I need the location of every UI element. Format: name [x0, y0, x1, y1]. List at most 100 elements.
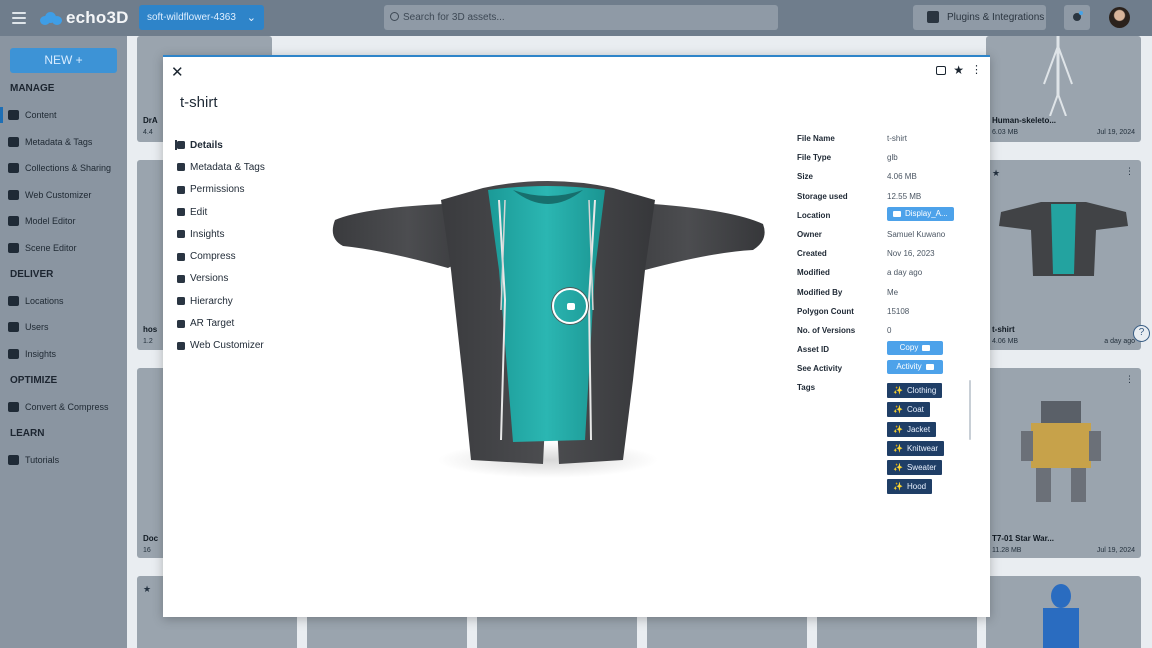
close-icon[interactable]: ✕ [171, 65, 184, 80]
detail-value: t-shirt [887, 134, 907, 143]
menu-item-label: Web Customizer [190, 340, 264, 352]
tag-chip[interactable]: ✨ Clothing [887, 383, 943, 398]
sidebar-item-collections-sharing[interactable]: Collections & Sharing [8, 163, 111, 173]
detail-value: 4.06 MB [887, 172, 917, 182]
tag-chip[interactable]: ✨ Jacket [887, 421, 937, 437]
menu-item-label: Details [190, 139, 223, 151]
asset-card[interactable]: ★ ⋮ t-shirt 4.06 MB a day ago [986, 160, 1141, 350]
vr-icon [8, 190, 19, 200]
asset-card[interactable] [986, 576, 1141, 648]
sidebar-item-content[interactable]: Content [0, 107, 57, 123]
kebab-menu-icon[interactable]: ⋮ [971, 64, 982, 76]
project-name: soft-wildflower-4363 [147, 12, 236, 23]
menu-item-metadata-tags[interactable]: Metadata & Tags [177, 156, 265, 178]
menu-item-insights[interactable]: Insights [177, 223, 265, 245]
vr-icon [177, 341, 185, 350]
sidebar-item-label: Convert & Compress [25, 402, 109, 412]
help-button[interactable]: ? [1133, 325, 1150, 342]
detail-modified-by: Modified By Me [797, 288, 977, 307]
menu-item-ar-target[interactable]: AR Target [177, 312, 265, 334]
sidebar-item-convert-compress[interactable]: Convert & Compress [8, 402, 109, 412]
sidebar-item-label: Users [25, 322, 49, 332]
menu-item-label: Compress [190, 251, 236, 263]
detail-key: Asset ID [797, 345, 830, 355]
activity-button[interactable]: Activity [887, 360, 943, 375]
hamburger-menu-icon[interactable] [12, 12, 26, 24]
menu-item-details[interactable]: Details [175, 134, 265, 156]
tag-chip[interactable]: ✨ Coat [887, 402, 930, 418]
details-scrollbar[interactable] [969, 380, 971, 440]
copy-asset-id-button[interactable]: Copy [887, 341, 943, 356]
menu-item-versions[interactable]: Versions [177, 268, 265, 290]
sidebar-item-scene-editor[interactable]: Scene Editor [8, 243, 77, 253]
pencil-icon [8, 216, 19, 226]
notification-dot [1079, 11, 1083, 15]
sidebar-item-label: Collections & Sharing [25, 163, 112, 173]
sidebar-item-tutorials[interactable]: Tutorials [8, 455, 59, 465]
asset-card[interactable]: ⋮ T7-01 Star War... 11.28 MB Jul 19, 202… [986, 368, 1141, 558]
sidebar: NEW + MANAGE Content Metadata & Tags Col… [0, 36, 127, 648]
sidebar-item-web-customizer[interactable]: Web Customizer [8, 190, 91, 200]
robot-thumbnail [1021, 401, 1101, 502]
magic-wand-icon: ✨ [893, 405, 903, 415]
card-size: 16 [143, 547, 151, 554]
detail-value: Me [887, 287, 899, 297]
sidebar-item-model-editor[interactable]: Model Editor [8, 216, 76, 226]
tag-list: ✨ Clothing ✨ Coat ✨ Jacket ✨ Knitwear ✨ Sweat… [887, 383, 945, 499]
star-icon[interactable]: ★ [143, 584, 151, 595]
detail-owner: Owner Samuel Kuwano [797, 230, 977, 249]
sidebar-item-locations[interactable]: Locations [8, 296, 64, 306]
menu-item-permissions[interactable]: Permissions [177, 179, 265, 201]
tag-label: Clothing [906, 386, 937, 395]
sidebar-item-users[interactable]: Users [8, 322, 49, 332]
tag-chip[interactable]: ✨ Knitwear [887, 440, 945, 456]
search-input[interactable]: Search for 3D assets... [384, 5, 778, 30]
magic-wand-icon: ✨ [893, 482, 903, 492]
sidebar-item-metadata-tags[interactable]: Metadata & Tags [8, 137, 92, 147]
sidebar-item-label: Web Customizer [25, 190, 92, 200]
detail-polygon-count: Polygon Count 15108 [797, 307, 977, 326]
location-button[interactable]: Display_A... [887, 206, 954, 221]
card-size: 1.2 [143, 338, 153, 345]
detail-key: Tags [797, 383, 816, 393]
avatar[interactable] [1109, 7, 1130, 28]
detail-location: Location Display_A... [797, 206, 977, 230]
echo3d-logo[interactable]: echo3D [40, 8, 129, 28]
new-button[interactable]: NEW + [10, 48, 117, 73]
hierarchy-icon [177, 297, 185, 306]
plugins-label: Plugins & Integrations [947, 12, 1045, 23]
project-selector[interactable]: soft-wildflower-4363 ⌄ [139, 5, 264, 30]
menu-item-hierarchy[interactable]: Hierarchy [177, 290, 265, 312]
detail-size: Size 4.06 MB [797, 172, 977, 191]
chart-icon [177, 230, 185, 239]
kebab-menu-icon[interactable]: ⋮ [1125, 374, 1134, 385]
top-bar: echo3D soft-wildflower-4363 ⌄ Search for… [0, 0, 1152, 36]
card-date: a day ago [1104, 338, 1135, 345]
menu-item-edit[interactable]: Edit [177, 201, 265, 223]
star-icon[interactable]: ★ [953, 64, 964, 76]
menu-item-compress[interactable]: Compress [177, 245, 265, 267]
asset-title: t-shirt [180, 94, 218, 111]
comment-icon[interactable] [936, 65, 947, 75]
detail-key: Owner [797, 229, 822, 239]
sidebar-item-insights[interactable]: Insights [8, 349, 56, 359]
menu-item-web-customizer[interactable]: Web Customizer [177, 335, 265, 357]
detail-key: Location [797, 210, 831, 220]
asset-card[interactable]: Human-skeleto... 6.03 MB Jul 19, 2024 [986, 36, 1141, 142]
cloud-logo-icon [40, 11, 62, 25]
plugins-button[interactable]: Plugins & Integrations [913, 5, 1046, 30]
menu-item-label: Edit [190, 206, 208, 218]
kebab-menu-icon[interactable]: ⋮ [1125, 166, 1134, 177]
menu-item-label: Metadata & Tags [190, 161, 265, 173]
star-icon[interactable]: ★ [992, 168, 1000, 179]
activity-label: Activity [896, 362, 922, 372]
detail-value: glb [887, 153, 898, 163]
sidebar-item-label: Scene Editor [25, 243, 77, 253]
3d-model-viewer[interactable] [323, 180, 771, 510]
notifications-button[interactable] [1064, 5, 1090, 30]
card-size: 4.06 MB [992, 338, 1019, 345]
versions-icon [177, 274, 185, 283]
tag-chip[interactable]: ✨ Sweater [887, 460, 943, 476]
tag-chip[interactable]: ✨ Hood [887, 479, 933, 495]
tshirt-thumbnail [999, 202, 1128, 276]
